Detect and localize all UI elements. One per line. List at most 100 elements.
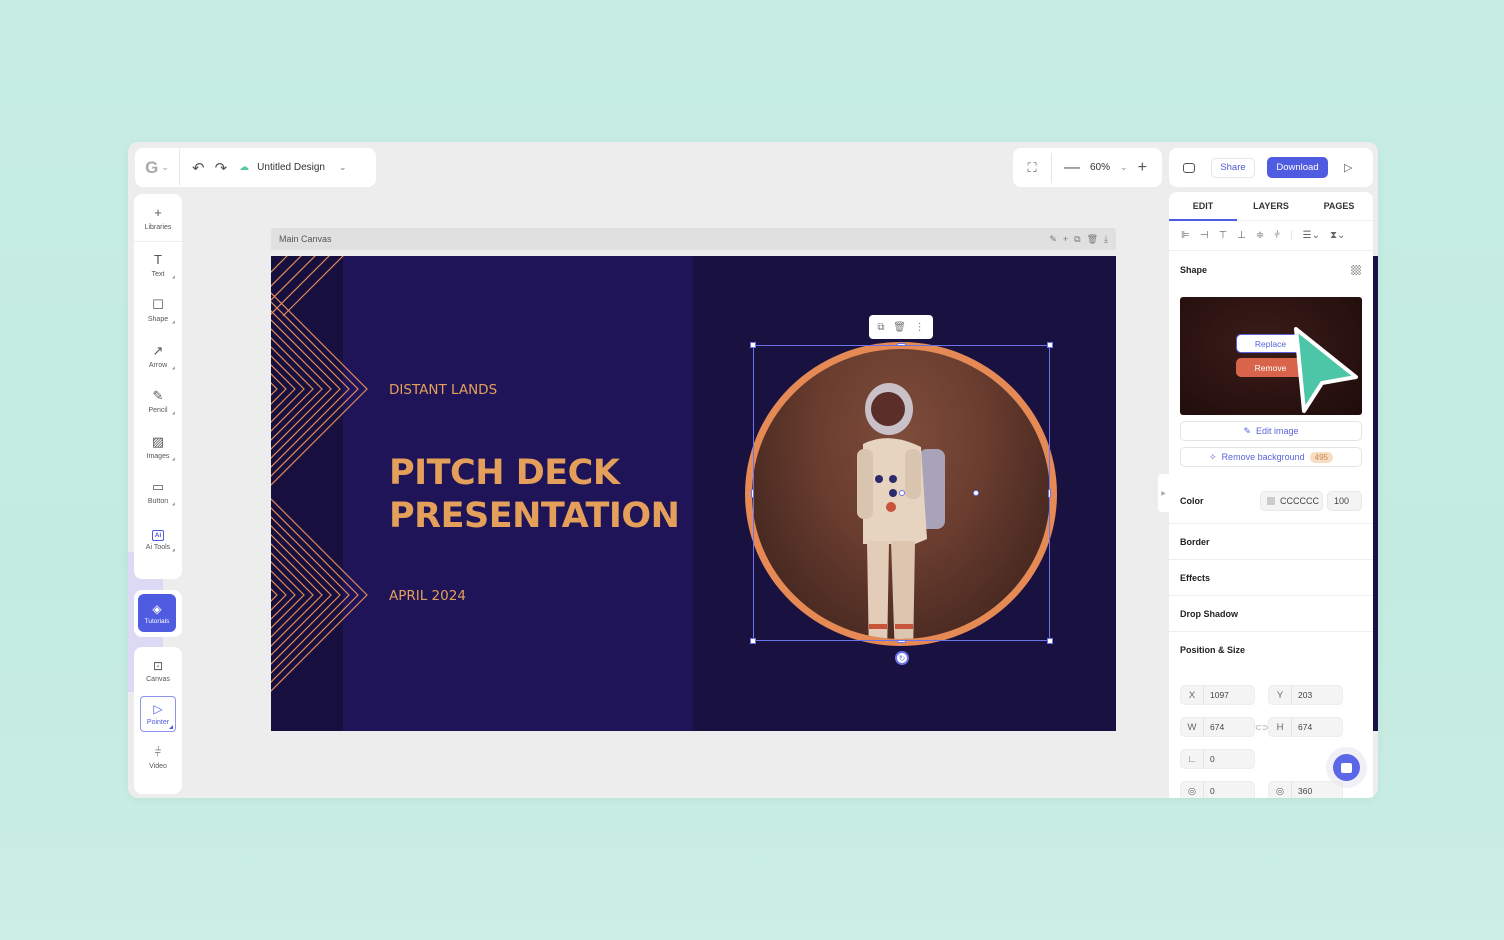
- transparency-icon[interactable]: [1351, 265, 1361, 275]
- resize-handle-bottom-right[interactable]: [1047, 638, 1053, 644]
- edit-icon[interactable]: ✎: [1049, 234, 1057, 245]
- width-input[interactable]: W 674: [1180, 717, 1255, 737]
- resize-handle-top-right[interactable]: [1047, 342, 1053, 348]
- app-menu-button[interactable]: G ⌄: [135, 158, 179, 178]
- add-icon[interactable]: +: [1063, 234, 1068, 245]
- tool-video[interactable]: ⫩ Video: [134, 734, 182, 781]
- chat-support-button[interactable]: [1333, 754, 1360, 781]
- arc-start-input[interactable]: ◎ 0: [1180, 781, 1255, 798]
- tab-pages[interactable]: PAGES: [1305, 192, 1373, 220]
- magic-wand-icon: ✧: [1209, 451, 1217, 462]
- slide-title[interactable]: PITCH DECK PRESENTATION: [389, 452, 680, 538]
- zoom-in-icon[interactable]: +: [1138, 159, 1147, 177]
- redo-icon[interactable]: ↷: [215, 159, 228, 177]
- tool-pointer[interactable]: ▷ Pointer: [140, 696, 176, 732]
- skew-input[interactable]: ∟ 0: [1180, 749, 1255, 769]
- tutorials-label: Tutorials: [144, 617, 170, 625]
- tool-ai-tools[interactable]: Ai Ai Tools ◢: [134, 515, 182, 561]
- x-input[interactable]: X 1097: [1180, 685, 1255, 705]
- pointer-icon: ▷: [153, 702, 163, 716]
- section-position-size[interactable]: Position & Size: [1169, 631, 1373, 667]
- trash-icon[interactable]: 🗑︎: [1087, 234, 1098, 245]
- anchor-point[interactable]: [973, 490, 979, 496]
- tool-canvas[interactable]: ⊡ Canvas: [134, 647, 182, 694]
- resize-handle-right[interactable]: [1048, 489, 1051, 498]
- comment-icon[interactable]: [1183, 162, 1195, 173]
- distribute-icon[interactable]: ☰⌄: [1303, 230, 1320, 241]
- link-aspect-icon[interactable]: ⊂⊃: [1255, 723, 1268, 732]
- tool-shape[interactable]: ☐ Shape ◢: [134, 288, 182, 334]
- field-value: 203: [1298, 690, 1313, 700]
- section-border[interactable]: Border: [1169, 523, 1373, 559]
- color-hex-input[interactable]: CCCCCC: [1260, 491, 1323, 511]
- rotate-icon[interactable]: ↻: [895, 651, 909, 665]
- align-left-icon[interactable]: ⊫: [1181, 230, 1190, 241]
- share-button[interactable]: Share: [1211, 157, 1255, 178]
- resize-handle-top-left[interactable]: [750, 342, 756, 348]
- copy-icon[interactable]: ⧉: [1074, 234, 1080, 245]
- tab-layers[interactable]: LAYERS: [1237, 192, 1305, 220]
- slide-title-line: PRESENTATION: [389, 496, 680, 536]
- field-value: 360: [1298, 786, 1313, 796]
- text-icon: T: [154, 251, 162, 267]
- canvas-icon: ⊡: [152, 658, 164, 673]
- chevron-down-icon[interactable]: ⌄: [1120, 162, 1128, 173]
- align-top-icon[interactable]: ⊤: [1218, 230, 1227, 241]
- collapse-panel-icon[interactable]: ▶: [1158, 474, 1169, 512]
- arc-icon: ◎: [1269, 782, 1292, 798]
- tool-label: Canvas: [146, 675, 170, 683]
- tool-libraries[interactable]: + Libraries: [134, 194, 182, 242]
- height-input[interactable]: H 674: [1268, 717, 1343, 737]
- canvas-name[interactable]: Main Canvas: [279, 234, 332, 244]
- tool-pencil[interactable]: ✎ Pencil ◢: [134, 379, 182, 425]
- chevron-pattern: [271, 256, 368, 731]
- remove-background-button[interactable]: ✧ Remove background 495: [1180, 447, 1362, 467]
- field-label: W: [1181, 718, 1204, 736]
- slide[interactable]: DISTANT LANDS PITCH DECK PRESENTATION AP…: [271, 256, 1116, 731]
- document-title-button[interactable]: ☁ Untitled Design ⌄: [239, 162, 346, 173]
- tutorials-button[interactable]: ◈ Tutorials: [138, 594, 176, 632]
- tool-arrow[interactable]: ↗ Arrow ◢: [134, 333, 182, 379]
- download-button[interactable]: Download: [1267, 157, 1328, 178]
- edit-image-button[interactable]: ✎ Edit image: [1180, 421, 1362, 441]
- align-middle-icon[interactable]: ≑: [1256, 230, 1264, 241]
- fit-screen-icon[interactable]: ⛶: [1013, 160, 1051, 176]
- align-right-icon[interactable]: ⊣: [1200, 230, 1209, 241]
- color-swatch[interactable]: [1267, 497, 1275, 505]
- zoom-out-icon[interactable]: —: [1064, 159, 1080, 177]
- resize-handle-top[interactable]: [897, 343, 906, 346]
- duplicate-icon[interactable]: ⧉: [877, 322, 884, 333]
- y-input[interactable]: Y 203: [1268, 685, 1343, 705]
- tool-button[interactable]: ▭ Button ◢: [134, 470, 182, 516]
- align-center-icon[interactable]: ⫩: [1274, 230, 1280, 241]
- tutorials-panel: ◈ Tutorials: [134, 590, 182, 637]
- field-value: 674: [1298, 722, 1313, 732]
- arc-end-input[interactable]: ◎ 360: [1268, 781, 1343, 798]
- slide-subtitle[interactable]: DISTANT LANDS: [389, 382, 497, 398]
- section-effects[interactable]: Effects: [1169, 559, 1373, 595]
- section-drop-shadow[interactable]: Drop Shadow: [1169, 595, 1373, 631]
- arrange-icon[interactable]: ⧗⌄: [1330, 230, 1345, 241]
- more-options-icon[interactable]: ⋮: [915, 322, 925, 333]
- tool-images[interactable]: ▨ Images ◢: [134, 424, 182, 470]
- submenu-corner-icon: ◢: [171, 546, 175, 552]
- resize-handle-bottom[interactable]: [897, 640, 906, 643]
- trash-icon[interactable]: 🗑︎: [893, 322, 906, 333]
- resize-handle-left[interactable]: [751, 489, 754, 498]
- slide-date[interactable]: APRIL 2024: [389, 588, 466, 604]
- tool-label: Arrow: [148, 361, 168, 369]
- logo: G: [145, 157, 159, 177]
- opacity-input[interactable]: 100: [1327, 491, 1362, 511]
- alignment-toolbar: ⊫ ⊣ ⊤ ⊥ ≑ ⫩ | ☰⌄ ⧗⌄: [1169, 221, 1373, 251]
- play-icon[interactable]: ▷: [1344, 161, 1352, 174]
- align-bottom-icon[interactable]: ⊥: [1237, 230, 1246, 241]
- anchor-point[interactable]: [899, 490, 905, 496]
- undo-icon[interactable]: ↶: [192, 159, 205, 177]
- zoom-level[interactable]: 60%: [1090, 162, 1110, 173]
- top-right-toolbar: Share Download ▷: [1169, 148, 1373, 187]
- video-icon: ⫩: [154, 745, 162, 759]
- tab-edit[interactable]: EDIT: [1169, 192, 1237, 221]
- tool-text[interactable]: T Text ◢: [134, 242, 182, 288]
- resize-handle-bottom-left[interactable]: [750, 638, 756, 644]
- download-icon[interactable]: ⤓: [1104, 234, 1108, 245]
